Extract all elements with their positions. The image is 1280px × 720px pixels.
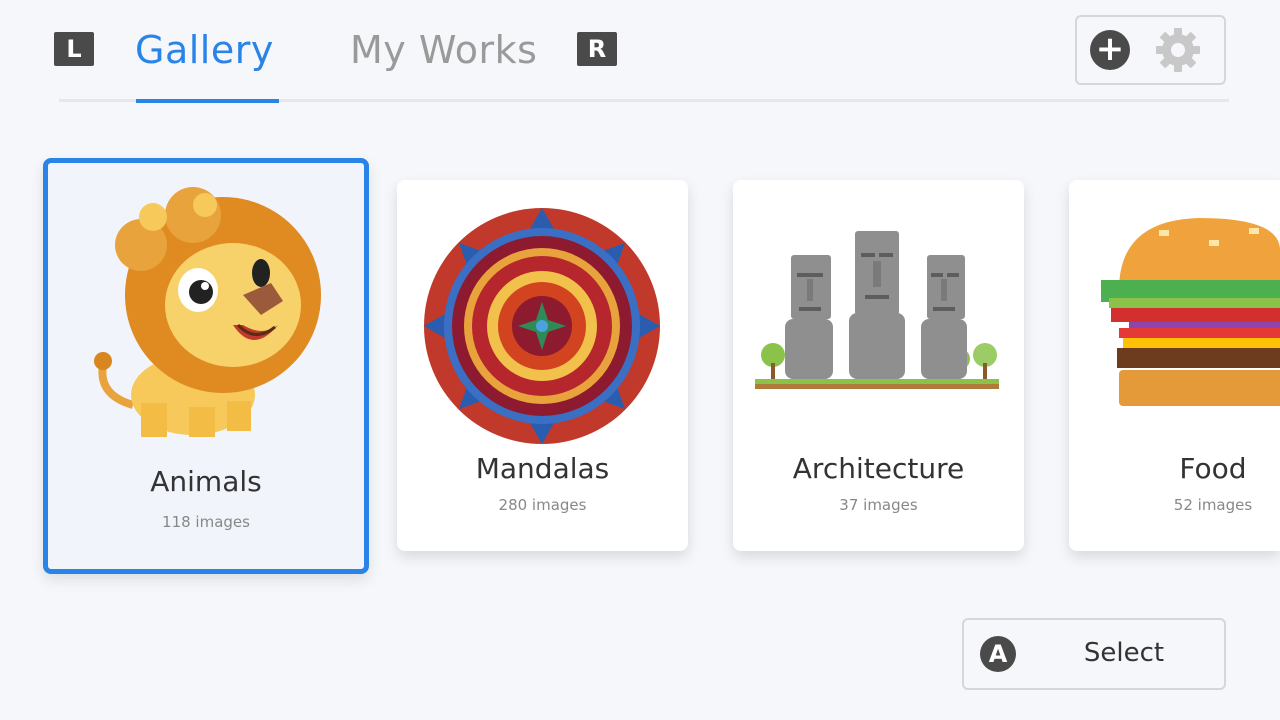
category-card-food[interactable]: Food 52 images bbox=[1069, 180, 1280, 551]
category-count: 280 images bbox=[498, 496, 587, 514]
category-count: 52 images bbox=[1173, 496, 1253, 514]
category-title: Mandalas bbox=[475, 452, 610, 485]
category-title: Food bbox=[1179, 452, 1247, 485]
l-shoulder-button-icon[interactable]: L bbox=[54, 32, 94, 66]
a-button-icon: A bbox=[980, 636, 1016, 672]
plus-circle-icon[interactable]: + bbox=[1090, 30, 1130, 70]
category-card-architecture[interactable]: Architecture 37 images bbox=[733, 180, 1024, 551]
gear-icon[interactable] bbox=[1152, 24, 1204, 76]
lion-illustration bbox=[93, 175, 333, 445]
mandala-illustration bbox=[420, 204, 664, 448]
r-shoulder-button-icon[interactable]: R bbox=[577, 32, 617, 66]
select-button-label: Select bbox=[1083, 638, 1165, 668]
category-title: Animals bbox=[150, 465, 262, 498]
category-count: 118 images bbox=[162, 513, 250, 531]
select-button[interactable]: A Select bbox=[962, 618, 1226, 690]
category-title: Architecture bbox=[792, 452, 965, 485]
tab-my-works[interactable]: My Works bbox=[350, 24, 537, 80]
category-count: 37 images bbox=[839, 496, 918, 514]
tab-gallery[interactable]: Gallery bbox=[135, 24, 274, 80]
burger-illustration bbox=[1099, 210, 1280, 415]
active-tab-indicator bbox=[136, 99, 279, 103]
moai-statues-illustration bbox=[753, 225, 1003, 400]
category-card-animals[interactable]: Animals 118 images bbox=[43, 158, 369, 574]
category-card-mandalas[interactable]: Mandalas 280 images bbox=[397, 180, 688, 551]
